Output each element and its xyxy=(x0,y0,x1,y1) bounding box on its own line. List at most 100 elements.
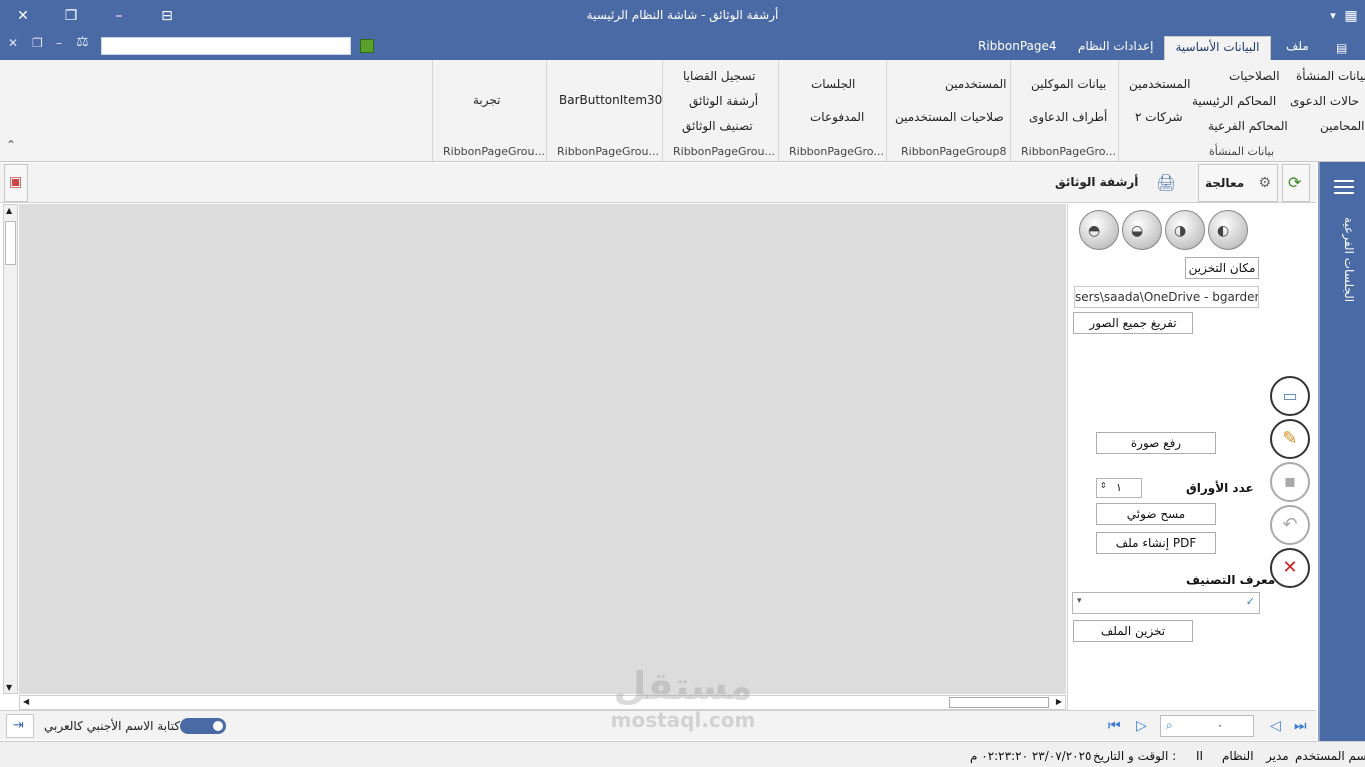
side-panel-label[interactable]: الجلسات الفرعية xyxy=(1330,217,1356,357)
storage-path-field[interactable]: sers\saada\OneDrive - bgardens xyxy=(1074,286,1259,308)
tab-file[interactable]: ملف xyxy=(1278,36,1317,60)
ribbon-item-clients[interactable]: بيانات الموكلين xyxy=(1031,77,1106,91)
ribbon-menu-icon[interactable]: ▤ xyxy=(1328,38,1355,62)
scan-button[interactable]: مسح ضوئي xyxy=(1096,503,1216,525)
user-label: اسم المستخدم: xyxy=(1295,749,1365,763)
ribbon-group-test: تجربة RibbonPageGrou... xyxy=(432,60,546,162)
tab-basic-data[interactable]: البيانات الأساسية xyxy=(1164,36,1271,60)
go-icon[interactable] xyxy=(360,39,374,53)
ribbon-group-label: RibbonPageGro... xyxy=(789,145,884,158)
ribbon-item-case-status[interactable]: حالات الدعوى xyxy=(1290,94,1359,108)
horizontal-scroll-thumb[interactable] xyxy=(949,697,1049,708)
ribbon-item-case-registration[interactable]: تسجيل القضايا xyxy=(683,69,755,83)
ribbon-group-label: RibbonPageGro... xyxy=(1021,145,1116,158)
edit-pencil-icon[interactable]: ✎ xyxy=(1270,419,1310,459)
ribbon-item-sub-courts[interactable]: المحاكم الفرعية xyxy=(1208,119,1288,133)
mdi-restore-icon[interactable]: ❐ xyxy=(32,36,43,50)
dropdown-arrow-icon[interactable]: ▾ xyxy=(1077,596,1082,606)
scan-icon[interactable]: ▭ xyxy=(1270,376,1310,416)
archive-panel: ◐ ◑ ◒ ◓ مكان التخزين sers\saada\OneDrive… xyxy=(1067,204,1317,710)
scroll-up-icon[interactable]: ▲ xyxy=(6,206,12,215)
foreign-name-toggle[interactable] xyxy=(180,718,226,734)
horizontal-scrollbar[interactable]: ◀ ▶ xyxy=(19,695,1066,710)
ribbon-item-facility-data[interactable]: بيانات المنشأة xyxy=(1296,69,1365,83)
check-icon: ✓ xyxy=(1245,595,1255,608)
ribbon-item-companies[interactable]: شركات ٢ xyxy=(1135,110,1183,124)
scanner-icon: 🖨 xyxy=(1156,173,1177,192)
ribbon-item-lawyers[interactable]: المحامين xyxy=(1320,119,1365,133)
create-pdf-button[interactable]: إنشاء ملف PDF xyxy=(1096,532,1216,554)
storage-location-button[interactable]: مكان التخزين xyxy=(1185,257,1259,279)
ribbon-item-case-parties[interactable]: أطراف الدعاوى xyxy=(1029,110,1107,124)
side-panel: الجلسات الفرعية xyxy=(1318,162,1365,742)
scroll-down-icon[interactable]: ▼ xyxy=(6,683,12,692)
store-file-button[interactable]: تخزين الملف xyxy=(1073,620,1193,642)
ribbon-group-label: RibbonPageGrou... xyxy=(557,145,659,158)
ribbon-item-main-courts[interactable]: المحاكم الرئيسية xyxy=(1192,94,1276,108)
scales-icon: ⚖ xyxy=(76,34,89,50)
ribbon-item-users[interactable]: المستخدمين xyxy=(1129,77,1190,91)
previous-page-icon[interactable]: ◁ xyxy=(1270,718,1281,734)
sheet-count-stepper[interactable]: ⇕ ١ xyxy=(1096,478,1142,498)
ribbon-group-label: RibbonPageGroup8 xyxy=(901,145,1007,158)
ribbon-collapse-icon[interactable]: ⌃ xyxy=(6,138,16,152)
system-label: النظام xyxy=(1222,749,1254,763)
save-icon[interactable]: ▪ xyxy=(1270,462,1310,502)
gimp-icon[interactable]: ◓ xyxy=(1079,210,1119,250)
gimp-icon[interactable]: ◒ xyxy=(1122,210,1162,250)
ribbon-item-barbutton30[interactable]: BarButtonItem30 xyxy=(559,93,662,107)
datetime-value: ٢٣/٠٧/٢٠٢٥ ٠٢:٢٣:٢٠ م xyxy=(970,749,1092,763)
ribbon-group-facility: بيانات المنشأة الصلاحيات المستخدمين حالا… xyxy=(1118,60,1365,162)
ribbon-group-cases: تسجيل القضايا أرشفة الوثائق تصنيف الوثائ… xyxy=(662,60,778,162)
image-preview-area[interactable] xyxy=(19,204,1066,694)
hamburger-menu-icon[interactable] xyxy=(1334,180,1354,194)
upload-image-button[interactable]: رفع صورة xyxy=(1096,432,1216,454)
treat-button[interactable]: ⚙ معالجة xyxy=(1198,164,1278,202)
scroll-right-icon[interactable]: ▶ xyxy=(1056,697,1062,706)
next-page-icon[interactable]: ▷ xyxy=(1136,718,1147,734)
ribbon-item-permissions[interactable]: الصلاحيات xyxy=(1229,69,1280,83)
mdi-close-icon[interactable]: ✕ xyxy=(8,36,18,50)
ribbon-item-sessions[interactable]: الجلسات xyxy=(811,77,855,91)
refresh-icon[interactable]: ⟳ xyxy=(1282,164,1310,202)
gears-icon: ⚙ xyxy=(1258,175,1271,191)
window-title: أرشفة الوثائق - شاشة النظام الرئيسية xyxy=(586,8,779,22)
ribbon-item-users2[interactable]: المستخدمين xyxy=(945,77,1006,91)
scroll-left-icon[interactable]: ◀ xyxy=(23,697,29,706)
sheet-count-value: ١ xyxy=(1116,481,1122,494)
watermark: مستقل mostaql.com xyxy=(598,664,768,732)
search-input[interactable] xyxy=(101,37,351,55)
status-bar: اسم المستخدم: مدير النظام II الوقت و الت… xyxy=(0,741,1365,767)
classification-select[interactable]: ▾ ✓ xyxy=(1072,592,1260,614)
cancel-x-icon[interactable]: ✕ xyxy=(1270,548,1310,588)
ribbon-group-label: بيانات المنشأة xyxy=(1209,145,1275,158)
gimp-icon[interactable]: ◑ xyxy=(1165,210,1205,250)
last-page-icon[interactable]: ⏭ xyxy=(1294,718,1307,734)
stepper-arrows-icon[interactable]: ⇕ xyxy=(1100,477,1107,495)
first-page-icon[interactable]: ⏮ xyxy=(1108,718,1121,734)
exit-icon[interactable]: ⇥ xyxy=(6,714,34,738)
clear-all-images-button[interactable]: تفريغ جميع الصور xyxy=(1073,312,1193,334)
vertical-scrollbar[interactable]: ▲ ▼ xyxy=(3,204,18,694)
datetime-label: الوقت و التاريخ : xyxy=(1093,749,1177,763)
page-search-field[interactable]: ⌕ ٠ xyxy=(1160,715,1254,737)
undo-icon[interactable]: ↶ xyxy=(1270,505,1310,545)
title-bar: ✕ ❐ – ⊟ أرشفة الوثائق - شاشة النظام الرئ… xyxy=(0,0,1365,32)
ribbon-group-sessions: الجلسات المدفوعات RibbonPageGro... xyxy=(778,60,886,162)
page-title: أرشفة الوثائق xyxy=(1055,175,1139,189)
mdi-minimize-icon[interactable]: – xyxy=(56,36,62,50)
ribbon-item-user-permissions[interactable]: صلاحيات المستخدمين xyxy=(895,110,1004,124)
ribbon-item-document-classification[interactable]: تصنيف الوثائق xyxy=(682,119,753,133)
status-separator: II xyxy=(1196,749,1204,763)
ribbon-item-document-archive[interactable]: أرشفة الوثائق xyxy=(689,94,758,108)
tab-system-settings[interactable]: إعدادات النظام xyxy=(1070,36,1161,60)
ribbon-item-test[interactable]: تجربة xyxy=(473,93,500,107)
tab-ribbon-page4[interactable]: RibbonPage4 xyxy=(970,36,1065,60)
export-icon[interactable]: ▣ xyxy=(4,164,28,202)
gimp-icon[interactable]: ◐ xyxy=(1208,210,1248,250)
ribbon: بيانات المنشأة الصلاحيات المستخدمين حالا… xyxy=(0,60,1365,162)
ribbon-group-users: المستخدمين صلاحيات المستخدمين RibbonPage… xyxy=(886,60,1010,162)
user-value: مدير xyxy=(1266,749,1289,763)
ribbon-item-payments[interactable]: المدفوعات xyxy=(810,110,864,124)
vertical-scroll-thumb[interactable] xyxy=(5,221,16,265)
